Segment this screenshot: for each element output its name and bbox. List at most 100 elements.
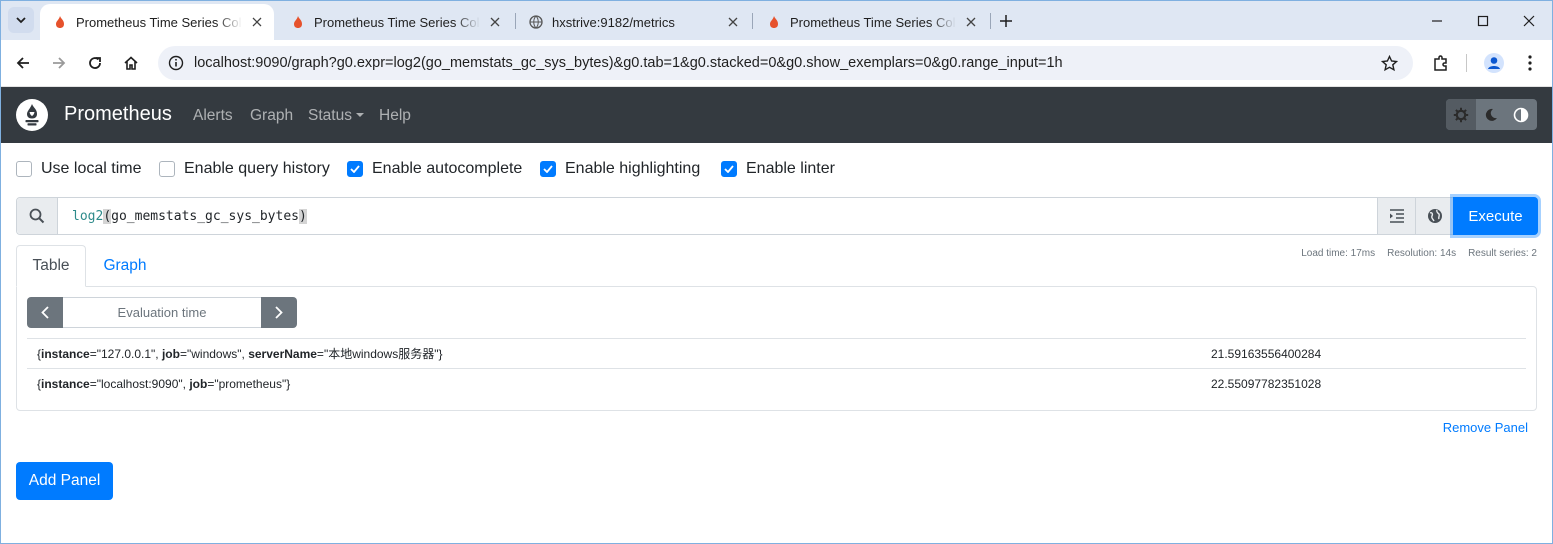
reload-icon bbox=[89, 57, 101, 69]
use-local-time-checkbox[interactable] bbox=[16, 161, 32, 177]
evaluation-time-group: Evaluation time bbox=[27, 297, 297, 328]
add-panel-button[interactable]: Add Panel bbox=[16, 462, 113, 500]
maximize-button[interactable] bbox=[1470, 8, 1496, 34]
execute-button[interactable]: Execute bbox=[1453, 197, 1538, 235]
load-time: Load time: 17ms bbox=[1301, 248, 1376, 259]
nav-link-help[interactable]: Help bbox=[379, 107, 411, 125]
more-vert-icon bbox=[1528, 55, 1532, 71]
label-value: "windows" bbox=[186, 347, 242, 361]
close-icon bbox=[1523, 15, 1535, 27]
arrow-right-icon bbox=[53, 57, 66, 69]
label-key: instance bbox=[41, 347, 90, 361]
option-label: Use local time bbox=[41, 160, 142, 177]
tab-close-icon[interactable] bbox=[962, 13, 980, 31]
arrow-left-icon bbox=[16, 57, 29, 69]
tab-close-icon[interactable] bbox=[724, 13, 742, 31]
reload-button[interactable] bbox=[81, 49, 109, 77]
query-history-checkbox[interactable] bbox=[159, 161, 175, 177]
label-key: job bbox=[161, 347, 180, 361]
option-enable-query-history[interactable]: Enable query history bbox=[159, 160, 330, 178]
expression-metric: go_memstats_gc_sys_bytes bbox=[111, 208, 299, 224]
extensions-button[interactable] bbox=[1427, 49, 1455, 77]
option-enable-autocomplete[interactable]: Enable autocomplete bbox=[347, 160, 522, 178]
label-value: "本地windows服务器" bbox=[323, 347, 439, 361]
tab-separator bbox=[752, 13, 753, 29]
check-icon bbox=[543, 165, 553, 173]
close-window-button[interactable] bbox=[1516, 8, 1542, 34]
highlighting-checkbox[interactable] bbox=[540, 161, 556, 177]
tab-table[interactable]: Table bbox=[16, 245, 86, 287]
expression-open-paren: ( bbox=[103, 208, 112, 224]
query-stats: Load time: 17ms Resolution: 14s Result s… bbox=[1301, 248, 1537, 259]
table-row: {instance="localhost:9090", job="prometh… bbox=[27, 368, 1526, 398]
navbar-brand[interactable]: Prometheus bbox=[64, 103, 172, 126]
series-value: 22.55097782351028 bbox=[1211, 377, 1322, 391]
site-info-icon[interactable] bbox=[166, 53, 186, 73]
expression-input[interactable]: log2(go_memstats_gc_sys_bytes) bbox=[58, 198, 1377, 234]
globe-icon bbox=[1427, 209, 1442, 223]
chevron-left-icon bbox=[41, 306, 49, 319]
expression-function: log2 bbox=[72, 208, 104, 224]
check-icon bbox=[350, 165, 360, 173]
eval-time-forward-button[interactable] bbox=[261, 297, 297, 328]
results-table: {instance="127.0.0.1", job="windows", se… bbox=[27, 338, 1526, 398]
back-button[interactable] bbox=[9, 49, 37, 77]
tab-graph[interactable]: Graph bbox=[86, 245, 164, 287]
indent-icon bbox=[1389, 209, 1404, 223]
forward-button[interactable] bbox=[45, 49, 73, 77]
minimize-button[interactable] bbox=[1424, 8, 1450, 34]
tab-close-icon[interactable] bbox=[248, 13, 266, 31]
resolution: Resolution: 14s bbox=[1387, 248, 1457, 259]
tab-search-button[interactable] bbox=[8, 7, 34, 33]
result-series: Result series: 2 bbox=[1468, 248, 1537, 259]
avatar-icon bbox=[1484, 53, 1504, 73]
tab-title: hxstrive:9182/metrics bbox=[552, 14, 675, 30]
evaluation-time-input[interactable]: Evaluation time bbox=[63, 297, 261, 328]
browser-tab-strip: Prometheus Time Series Collection Promet… bbox=[0, 0, 1553, 40]
theme-dark-button[interactable] bbox=[1476, 99, 1506, 130]
search-icon bbox=[29, 208, 45, 224]
theme-light-button[interactable] bbox=[1446, 99, 1476, 130]
option-use-local-time[interactable]: Use local time bbox=[16, 160, 141, 178]
tab-close-icon[interactable] bbox=[486, 13, 504, 31]
new-tab-button[interactable] bbox=[995, 10, 1017, 32]
address-bar[interactable]: localhost:9090/graph?g0.expr=log2(go_mem… bbox=[158, 46, 1413, 80]
table-row: {instance="127.0.0.1", job="windows", se… bbox=[27, 338, 1526, 368]
metrics-explorer-button[interactable] bbox=[1415, 198, 1453, 234]
globe-icon bbox=[528, 14, 544, 30]
profile-button[interactable] bbox=[1480, 49, 1508, 77]
browser-toolbar: localhost:9090/graph?g0.expr=log2(go_mem… bbox=[0, 40, 1553, 87]
autocomplete-checkbox[interactable] bbox=[347, 161, 363, 177]
theme-toggle-group bbox=[1446, 99, 1537, 130]
label-key: instance bbox=[41, 376, 90, 391]
expression-close-paren: ) bbox=[298, 208, 307, 224]
remove-panel-link[interactable]: Remove Panel bbox=[1443, 420, 1528, 435]
minimize-icon bbox=[1432, 20, 1442, 22]
tab-title: Prometheus Time Series Collection bbox=[314, 14, 480, 30]
browser-tab-2[interactable]: Prometheus Time Series Collection bbox=[278, 4, 512, 40]
browser-tab-4[interactable]: Prometheus Time Series Collection bbox=[754, 4, 988, 40]
option-enable-linter[interactable]: Enable linter bbox=[721, 160, 835, 178]
prometheus-favicon-icon bbox=[290, 14, 306, 30]
prometheus-logo-icon[interactable] bbox=[16, 99, 48, 131]
bookmark-star-icon[interactable] bbox=[1379, 53, 1399, 73]
nav-link-graph[interactable]: Graph bbox=[250, 107, 293, 125]
eval-time-back-button[interactable] bbox=[27, 297, 63, 328]
plus-icon bbox=[1000, 15, 1012, 27]
format-expression-button[interactable] bbox=[1377, 198, 1415, 234]
home-button[interactable] bbox=[117, 49, 145, 77]
tab-separator bbox=[990, 13, 991, 29]
nav-link-alerts[interactable]: Alerts bbox=[193, 107, 233, 125]
option-label: Enable autocomplete bbox=[372, 160, 523, 177]
table-panel: Evaluation time {instance="127.0.0.1", j… bbox=[16, 286, 1537, 411]
linter-checkbox[interactable] bbox=[721, 161, 737, 177]
check-icon bbox=[724, 165, 734, 173]
browser-tab-1[interactable]: Prometheus Time Series Collection bbox=[40, 4, 274, 40]
browser-menu-button[interactable] bbox=[1516, 49, 1544, 77]
contrast-icon bbox=[1513, 107, 1529, 122]
browser-tab-3[interactable]: hxstrive:9182/metrics bbox=[516, 4, 750, 40]
option-enable-highlighting[interactable]: Enable highlighting bbox=[540, 160, 700, 178]
nav-link-status[interactable]: Status bbox=[308, 107, 364, 125]
theme-auto-button[interactable] bbox=[1506, 99, 1536, 130]
url-text: localhost:9090/graph?g0.expr=log2(go_mem… bbox=[194, 55, 1063, 71]
